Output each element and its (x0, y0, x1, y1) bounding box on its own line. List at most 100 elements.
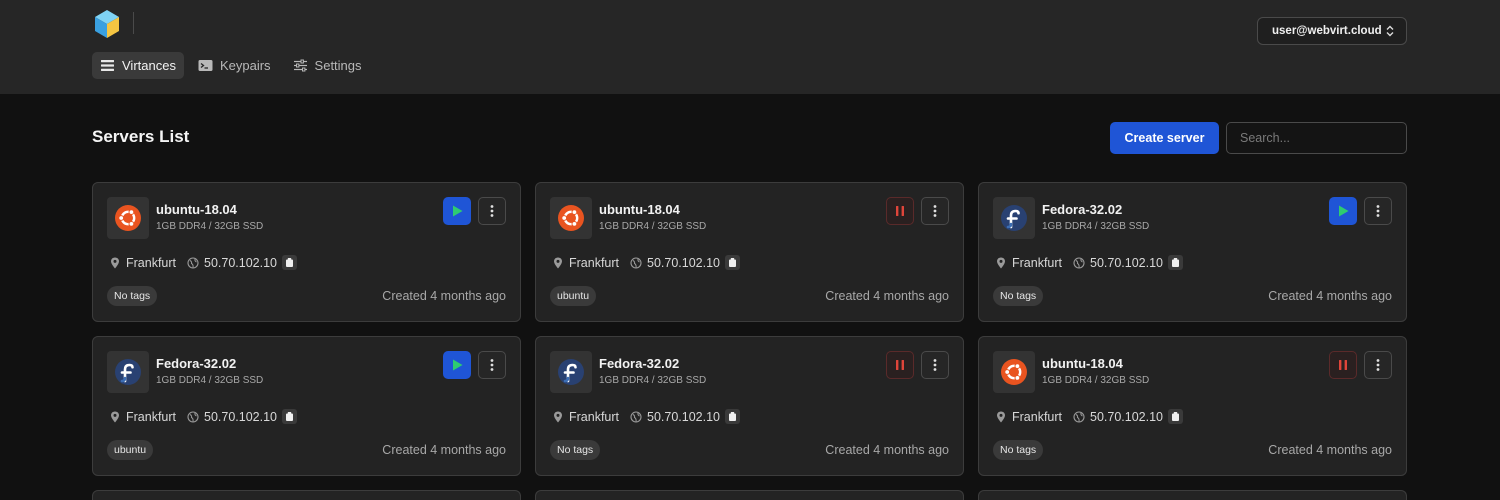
copy-ip-button[interactable] (282, 409, 298, 424)
play-icon (453, 205, 463, 217)
more-options-button[interactable] (1364, 351, 1392, 379)
clipboard-icon (286, 258, 294, 267)
server-meta: Frankfurt 50.70.102.10 (109, 255, 298, 270)
os-logo (550, 197, 592, 239)
server-spec: 1GB DDR4 / 32GB SSD (156, 221, 264, 232)
server-card[interactable] (535, 490, 964, 500)
server-card[interactable] (978, 490, 1407, 500)
terminal-icon (198, 60, 213, 71)
pause-server-button[interactable] (886, 197, 914, 225)
location-pin-icon (997, 411, 1005, 422)
user-menu-button[interactable]: user@webvirt.cloud (1257, 17, 1407, 45)
fedora-logo-icon (1001, 205, 1027, 231)
more-options-button[interactable] (921, 197, 949, 225)
clipboard-icon (286, 412, 294, 421)
create-server-button[interactable]: Create server (1110, 122, 1219, 154)
server-spec: 1GB DDR4 / 32GB SSD (156, 375, 264, 386)
search-input[interactable] (1226, 122, 1407, 154)
server-meta: Frankfurt 50.70.102.10 (552, 409, 741, 424)
pause-icon (896, 360, 904, 370)
ubuntu-logo-icon (558, 205, 584, 231)
server-card[interactable]: ubuntu-18.04 1GB DDR4 / 32GB SSD Frankfu… (92, 182, 521, 322)
server-tag[interactable]: No tags (550, 440, 601, 460)
fedora-logo-icon (558, 359, 584, 385)
header-divider (133, 12, 134, 34)
start-server-button[interactable] (443, 351, 471, 379)
server-card[interactable]: Fedora-32.02 1GB DDR4 / 32GB SSD Frankfu… (92, 336, 521, 476)
copy-ip-button[interactable] (1168, 255, 1184, 270)
server-ip[interactable]: 50.70.102.10 (1090, 256, 1163, 270)
server-name[interactable]: Fedora-32.02 (156, 356, 236, 371)
more-options-button[interactable] (478, 351, 506, 379)
server-location: Frankfurt (1012, 409, 1063, 424)
server-location: Frankfurt (569, 255, 620, 270)
server-card[interactable]: ubuntu-18.04 1GB DDR4 / 32GB SSD Frankfu… (978, 336, 1407, 476)
main-nav: Virtances Keypairs Settings (92, 52, 370, 79)
logo-icon[interactable] (94, 9, 120, 39)
copy-ip-button[interactable] (725, 255, 741, 270)
copy-ip-button[interactable] (1168, 409, 1184, 424)
nav-label: Virtances (122, 58, 176, 73)
server-location: Frankfurt (126, 255, 177, 270)
server-ip[interactable]: 50.70.102.10 (647, 256, 720, 270)
fedora-logo-icon (115, 359, 141, 385)
server-tag[interactable]: No tags (993, 440, 1044, 460)
more-options-button[interactable] (921, 351, 949, 379)
created-time: Created 4 months ago (382, 289, 506, 303)
server-name[interactable]: ubuntu-18.04 (1042, 356, 1123, 371)
ubuntu-logo-icon (115, 205, 141, 231)
user-email: user@webvirt.cloud (1272, 25, 1382, 37)
server-tag[interactable]: ubuntu (107, 440, 154, 460)
pause-server-button[interactable] (1329, 351, 1357, 379)
more-options-button[interactable] (478, 197, 506, 225)
vertical-dots-icon (933, 205, 937, 217)
pause-server-button[interactable] (886, 351, 914, 379)
location-pin-icon (111, 257, 119, 268)
created-time: Created 4 months ago (1268, 289, 1392, 303)
page-title: Servers List (92, 127, 190, 146)
server-ip[interactable]: 50.70.102.10 (1090, 410, 1163, 424)
server-ip[interactable]: 50.70.102.10 (647, 410, 720, 424)
server-ip[interactable]: 50.70.102.10 (204, 256, 277, 270)
chevron-updown-icon (1386, 25, 1394, 37)
start-server-button[interactable] (443, 197, 471, 225)
server-tag[interactable]: No tags (107, 286, 158, 306)
copy-ip-button[interactable] (282, 255, 298, 270)
server-meta: Frankfurt 50.70.102.10 (552, 255, 741, 270)
clipboard-icon (729, 412, 737, 421)
server-name[interactable]: ubuntu-18.04 (599, 202, 680, 217)
nav-label: Settings (314, 58, 362, 73)
nav-virtances[interactable]: Virtances (92, 52, 184, 79)
vertical-dots-icon (490, 205, 494, 217)
created-time: Created 4 months ago (382, 443, 506, 457)
server-tag[interactable]: No tags (993, 286, 1044, 306)
location-pin-icon (997, 257, 1005, 268)
pause-icon (896, 206, 904, 216)
server-name[interactable]: ubuntu-18.04 (156, 202, 237, 217)
server-card[interactable] (92, 490, 521, 500)
top-header: user@webvirt.cloud Virtances Keypairs Se… (0, 0, 1500, 94)
os-logo (993, 351, 1035, 393)
server-name[interactable]: Fedora-32.02 (599, 356, 679, 371)
server-card[interactable]: ubuntu-18.04 1GB DDR4 / 32GB SSD Frankfu… (535, 182, 964, 322)
start-server-button[interactable] (1329, 197, 1357, 225)
server-meta: Frankfurt 50.70.102.10 (995, 409, 1184, 424)
globe-icon (630, 410, 642, 423)
server-spec: 1GB DDR4 / 32GB SSD (1042, 375, 1150, 386)
more-options-button[interactable] (1364, 197, 1392, 225)
nav-settings[interactable]: Settings (285, 52, 370, 79)
nav-keypairs[interactable]: Keypairs (190, 52, 279, 79)
server-tag[interactable]: ubuntu (550, 286, 597, 306)
server-name[interactable]: Fedora-32.02 (1042, 202, 1122, 217)
server-location: Frankfurt (569, 409, 620, 424)
globe-icon (187, 256, 199, 269)
nav-label: Keypairs (219, 58, 271, 73)
server-card[interactable]: Fedora-32.02 1GB DDR4 / 32GB SSD Frankfu… (978, 182, 1407, 322)
copy-ip-button[interactable] (725, 409, 741, 424)
server-location: Frankfurt (126, 409, 177, 424)
server-ip[interactable]: 50.70.102.10 (204, 410, 277, 424)
pause-icon (1339, 360, 1347, 370)
server-location: Frankfurt (1012, 255, 1063, 270)
server-card[interactable]: Fedora-32.02 1GB DDR4 / 32GB SSD Frankfu… (535, 336, 964, 476)
os-logo (107, 351, 149, 393)
